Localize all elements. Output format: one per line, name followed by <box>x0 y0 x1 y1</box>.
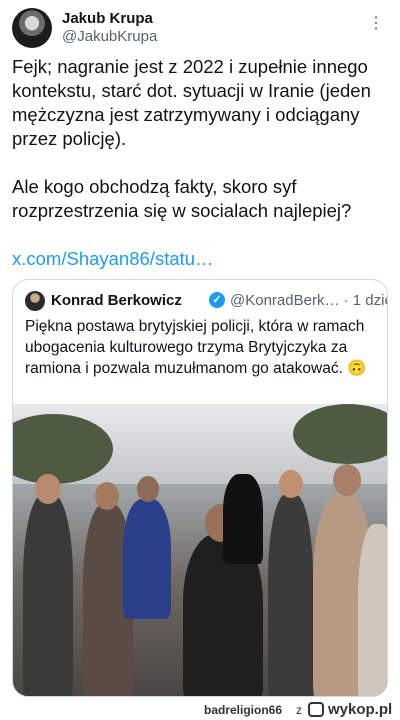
tweet-header: Jakub Krupa @JakubKrupa ⋮ <box>12 8 388 48</box>
verified-badge-icon: ✓ <box>209 292 225 308</box>
tweet-body: Fejk; nagranie jest z 2022 i zupełnie in… <box>12 55 388 271</box>
tweet-paragraph: Fejk; nagranie jest z 2022 i zupełnie in… <box>12 56 371 149</box>
author-name[interactable]: Jakub Krupa <box>62 10 153 27</box>
quoted-author-avatar[interactable] <box>25 291 45 311</box>
quoted-tweet-card[interactable]: Konrad Berkowicz ✓ @KonradBerk… · 1 dzie… <box>12 279 388 697</box>
video-figure <box>268 494 313 696</box>
quoted-tweet-video[interactable] <box>13 404 387 696</box>
watermark-brand: wykop.pl <box>328 701 393 718</box>
author-handle[interactable]: @JakubKrupa <box>62 28 157 45</box>
video-figure <box>137 476 159 502</box>
wykop-logo-icon <box>308 702 324 717</box>
video-figure <box>223 474 263 564</box>
tweet-paragraph: Ale kogo obchodzą fakty, skoro syf rozpr… <box>12 176 352 221</box>
more-options-icon[interactable]: ⋮ <box>366 14 386 34</box>
video-figure <box>23 494 73 696</box>
watermark-separator: z <box>296 703 302 717</box>
video-figure <box>95 482 119 510</box>
video-figure <box>123 499 171 619</box>
video-figure <box>279 470 303 498</box>
author-avatar[interactable] <box>12 8 52 48</box>
quoted-tweet-text: Piękna postawa brytyjskiej policji, któr… <box>25 318 367 377</box>
video-figure <box>358 524 387 696</box>
watermark-username: badreligion66 <box>204 703 283 717</box>
quoted-author-name[interactable]: Konrad Berkowicz <box>51 292 182 309</box>
video-figure <box>333 464 361 496</box>
tweet-link[interactable]: x.com/Shayan86/statu… <box>12 248 214 269</box>
quoted-tweet-header: Konrad Berkowicz ✓ @KonradBerk… · 1 dzie… <box>25 290 387 311</box>
video-figure <box>35 474 61 504</box>
quoted-author-handle[interactable]: @KonradBerk… · 1 dzień <box>230 292 387 309</box>
